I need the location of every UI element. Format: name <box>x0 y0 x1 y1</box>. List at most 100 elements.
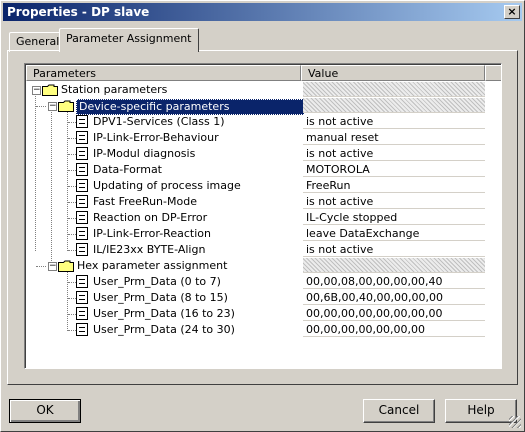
folder-icon <box>58 260 74 272</box>
parameter-value[interactable]: is not active <box>303 146 485 161</box>
parameter-value[interactable]: is not active <box>303 194 485 209</box>
parameter-row[interactable]: Fast FreeRun-Mode is not active <box>26 194 486 210</box>
device-specific-value-cell <box>303 98 485 113</box>
cancel-button[interactable]: Cancel <box>363 399 435 423</box>
minus-expander-icon[interactable]: − <box>48 102 57 111</box>
station-value-cell <box>303 82 485 97</box>
resize-grip-icon[interactable] <box>509 416 521 428</box>
parameter-document-icon <box>76 179 88 192</box>
parameter-row[interactable]: Reaction on DP-Error IL-Cycle stopped <box>26 210 486 226</box>
parameter-value[interactable]: is not active <box>303 114 485 129</box>
help-button-label: Help <box>467 403 495 417</box>
minus-expander-icon[interactable]: − <box>48 262 57 271</box>
hex-parameter-assignment-label: Hex parameter assignment <box>77 259 228 272</box>
hex-parameter-row[interactable]: User_Prm_Data (0 to 7) 00,00,08,00,00,00… <box>26 274 486 290</box>
parameter-label: User_Prm_Data (0 to 7) <box>93 275 221 288</box>
parameter-document-icon <box>76 275 88 288</box>
parameter-label: IP-Modul diagnosis <box>93 147 196 160</box>
tree-line <box>36 106 46 107</box>
parameter-label: User_Prm_Data (8 to 15) <box>93 291 228 304</box>
cancel-button-label: Cancel <box>378 403 420 417</box>
parameter-value[interactable]: 00,00,08,00,00,00,00,40 <box>303 274 485 289</box>
tree-line <box>68 298 76 299</box>
hex-parameter-row[interactable]: User_Prm_Data (16 to 23) 00,00,00,00,00,… <box>26 306 486 322</box>
parameter-label: IP-Link-Error-Reaction <box>93 227 211 240</box>
parameter-value[interactable]: FreeRun <box>303 178 485 193</box>
parameter-row[interactable]: Data-Format MOTOROLA <box>26 162 486 178</box>
tree-line <box>68 218 76 219</box>
parameter-document-icon <box>76 323 88 336</box>
parameter-label: Reaction on DP-Error <box>93 211 208 224</box>
title-bar[interactable]: Properties - DP slave × <box>3 3 522 21</box>
parameter-row[interactable]: IP-Link-Error-Reaction leave DataExchang… <box>26 226 486 242</box>
parameter-document-icon <box>76 291 88 304</box>
folder-icon <box>42 84 58 96</box>
parameter-row[interactable]: DPV1-Services (Class 1) is not active <box>26 114 486 130</box>
column-header-parameters[interactable]: Parameters <box>26 65 301 81</box>
parameter-value[interactable]: IL-Cycle stopped <box>303 210 485 225</box>
tree-line <box>68 154 76 155</box>
tree-line <box>68 250 76 251</box>
parameter-value[interactable]: 00,6B,00,40,00,00,00,00 <box>303 290 485 305</box>
parameter-label: DPV1-Services (Class 1) <box>93 115 225 128</box>
parameter-value[interactable]: is not active <box>303 242 485 257</box>
ok-button-label: OK <box>36 403 54 417</box>
station-parameters-label: Station parameters <box>61 83 168 96</box>
tree-line <box>68 122 76 123</box>
parameter-label: User_Prm_Data (16 to 23) <box>93 307 235 320</box>
parameter-document-icon <box>76 147 88 160</box>
parameter-row[interactable]: IP-Modul diagnosis is not active <box>26 146 486 162</box>
tab-parameter-assignment-label: Parameter Assignment <box>66 32 192 45</box>
parameter-document-icon <box>76 163 88 176</box>
parameter-value[interactable]: 00,00,00,00,00,00,00 <box>303 322 485 337</box>
tree-line <box>68 314 76 315</box>
window-title: Properties - DP slave <box>7 5 150 19</box>
parameter-document-icon <box>76 243 88 256</box>
parameter-label: IL/IE23xx BYTE-Align <box>93 243 206 256</box>
help-button[interactable]: Help <box>445 399 517 423</box>
properties-dialog: Properties - DP slave × General Paramete… <box>0 0 525 432</box>
parameter-document-icon <box>76 307 88 320</box>
parameter-row[interactable]: IP-Link-Error-Behaviour manual reset <box>26 130 486 146</box>
parameter-row[interactable]: Updating of process image FreeRun <box>26 178 486 194</box>
parameter-label: Updating of process image <box>93 179 241 192</box>
parameter-row[interactable]: IL/IE23xx BYTE-Align is not active <box>26 242 486 258</box>
tree-line <box>68 282 76 283</box>
column-header-value[interactable]: Value <box>301 65 485 81</box>
hex-value-cell <box>303 258 485 273</box>
ok-button[interactable]: OK <box>9 399 81 423</box>
parameter-document-icon <box>76 211 88 224</box>
parameter-value[interactable]: 00,00,00,00,00,00,00,00 <box>303 306 485 321</box>
parameter-label: IP-Link-Error-Behaviour <box>93 131 219 144</box>
parameter-document-icon <box>76 195 88 208</box>
tree-line <box>68 234 76 235</box>
hex-parameter-row[interactable]: User_Prm_Data (24 to 30) 00,00,00,00,00,… <box>26 322 486 338</box>
parameter-grid[interactable]: Parameters Value − Station parameters − … <box>24 63 502 369</box>
parameter-label: User_Prm_Data (24 to 30) <box>93 323 235 336</box>
tree-line <box>68 330 76 331</box>
parameter-value[interactable]: manual reset <box>303 130 485 145</box>
parameter-document-icon <box>76 227 88 240</box>
tree-line <box>68 186 76 187</box>
parameter-document-icon <box>76 115 88 128</box>
tree-line <box>36 266 46 267</box>
tree-row-device-specific[interactable]: − Device-specific parameters <box>26 98 486 115</box>
parameter-value[interactable]: MOTOROLA <box>303 162 485 177</box>
tree-row-hex[interactable]: − Hex parameter assignment <box>26 258 486 274</box>
minus-expander-icon[interactable]: − <box>32 86 41 95</box>
parameter-document-icon <box>76 131 88 144</box>
hex-parameter-row[interactable]: User_Prm_Data (8 to 15) 00,6B,00,40,00,0… <box>26 290 486 306</box>
parameter-value[interactable]: leave DataExchange <box>303 226 485 241</box>
close-icon: × <box>507 5 517 18</box>
tab-general[interactable]: General <box>9 32 67 52</box>
tab-parameter-assignment[interactable]: Parameter Assignment <box>59 28 199 52</box>
device-specific-parameters-label: Device-specific parameters <box>76 99 304 115</box>
parameter-label: Data-Format <box>93 163 162 176</box>
open-folder-icon <box>58 100 74 112</box>
tree-line <box>68 170 76 171</box>
tree-row-station[interactable]: − Station parameters <box>26 82 486 98</box>
tree-line <box>68 202 76 203</box>
column-header-filler <box>485 65 501 81</box>
parameter-label: Fast FreeRun-Mode <box>93 195 197 208</box>
close-button[interactable]: × <box>504 5 520 19</box>
